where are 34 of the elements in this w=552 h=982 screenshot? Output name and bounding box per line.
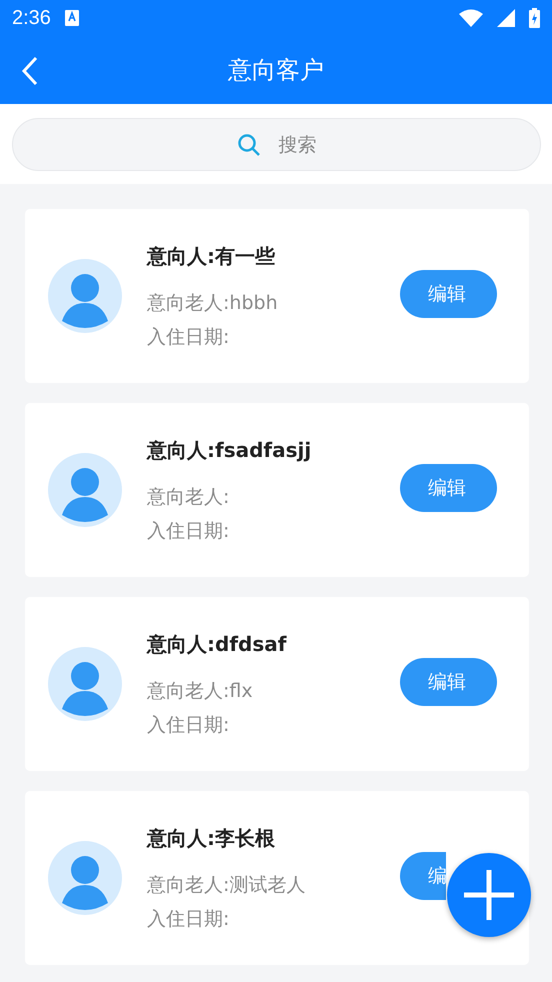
customer-card[interactable]: 意向人:fsadfasjj 意向老人: 入住日期: 编辑 xyxy=(25,403,529,577)
customer-card[interactable]: 意向人:李长根 意向老人:测试老人 入住日期: 编 xyxy=(25,791,529,965)
avatar-icon xyxy=(48,647,122,721)
avatar-icon xyxy=(48,841,122,915)
avatar-icon xyxy=(48,453,122,527)
elder-name: 意向老人: xyxy=(147,484,230,510)
edit-button[interactable]: 编辑 xyxy=(400,270,497,318)
wifi-icon xyxy=(459,9,483,27)
elder-name: 意向老人:hbbh xyxy=(147,290,279,316)
edit-button[interactable]: 编辑 xyxy=(400,658,497,706)
page-title: 意向客户 xyxy=(228,55,324,86)
edit-button[interactable]: 编辑 xyxy=(400,464,497,512)
elder-name: 意向老人:flx xyxy=(147,678,254,704)
avatar-icon xyxy=(48,259,122,333)
status-time: 2:36 xyxy=(12,6,51,30)
plus-icon xyxy=(464,870,514,920)
search-field[interactable]: 搜索 xyxy=(12,118,541,171)
keyboard-icon xyxy=(64,10,79,26)
check-in-date: 入住日期: xyxy=(147,906,230,932)
customer-name: 意向人:李长根 xyxy=(147,824,276,852)
customer-card[interactable]: 意向人:dfdsaf 意向老人:flx 入住日期: 编辑 xyxy=(25,597,529,771)
customer-name: 意向人:dfdsaf xyxy=(147,630,288,658)
battery-icon xyxy=(529,8,540,28)
customer-name: 意向人:fsadfasjj xyxy=(147,436,312,464)
check-in-date: 入住日期: xyxy=(147,324,230,350)
customer-name: 意向人:有一些 xyxy=(147,242,276,270)
check-in-date: 入住日期: xyxy=(147,518,230,544)
customer-card[interactable]: 意向人:有一些 意向老人:hbbh 入住日期: 编辑 xyxy=(25,209,529,383)
search-icon xyxy=(236,132,260,156)
check-in-date: 入住日期: xyxy=(147,712,230,738)
signal-icon xyxy=(497,9,515,27)
elder-name: 意向老人:测试老人 xyxy=(147,872,306,898)
edit-button[interactable]: 编 xyxy=(400,852,446,900)
back-icon[interactable] xyxy=(20,56,40,86)
